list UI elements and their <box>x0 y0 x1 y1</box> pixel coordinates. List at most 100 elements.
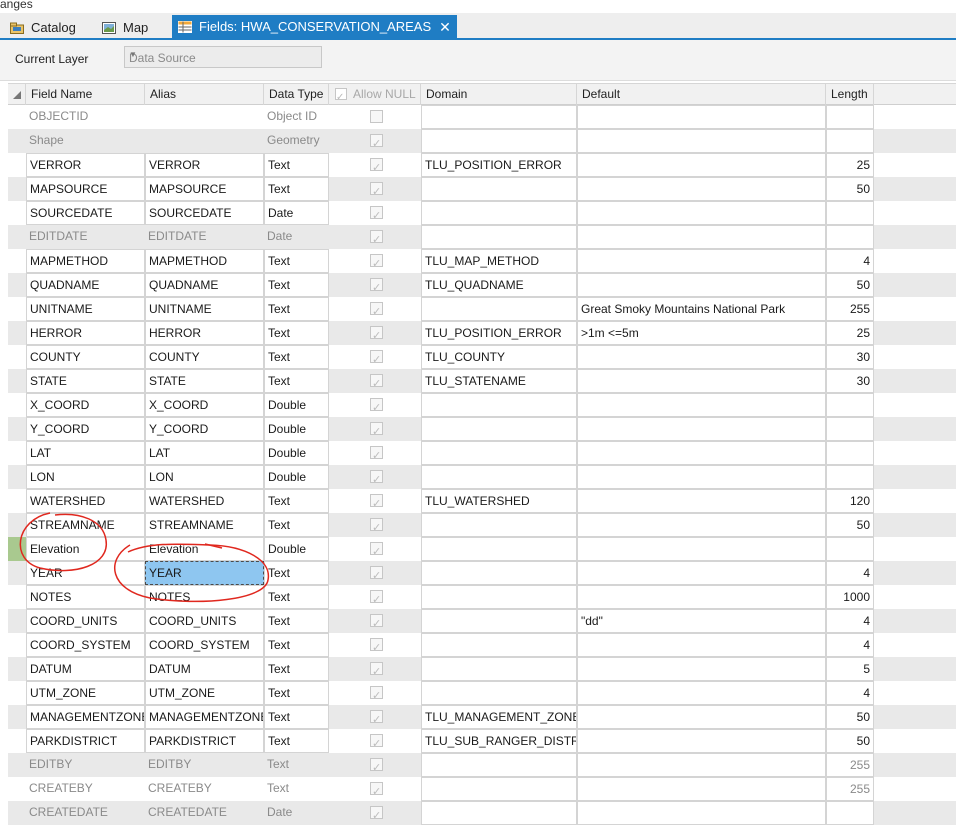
allow-null-checkbox[interactable] <box>370 325 383 345</box>
table-row[interactable]: WATERSHEDWATERSHEDTextTLU_WATERSHED120 <box>8 489 956 513</box>
alias-cell[interactable]: MANAGEMENTZONE <box>145 705 264 729</box>
data-type-cell[interactable]: Date <box>264 201 329 225</box>
allow-null-checkbox[interactable] <box>370 805 383 825</box>
table-row[interactable]: EDITDATE EDITDATE Date <box>8 225 956 249</box>
data-type-cell[interactable]: Double <box>264 465 329 489</box>
default-cell[interactable]: >1m <=5m <box>577 321 826 345</box>
allow-null-cell[interactable] <box>329 273 421 297</box>
domain-cell[interactable] <box>421 609 577 633</box>
allow-null-cell[interactable] <box>329 633 421 657</box>
allow-null-cell[interactable] <box>329 297 421 321</box>
domain-cell[interactable]: TLU_POSITION_ERROR <box>421 153 577 177</box>
row-selector[interactable] <box>8 561 26 585</box>
domain-cell[interactable] <box>421 465 577 489</box>
field-name-cell[interactable]: VERROR <box>26 153 145 177</box>
data-type-cell[interactable]: Text <box>264 729 329 753</box>
row-selector[interactable] <box>8 657 26 681</box>
allow-null-checkbox[interactable] <box>370 661 383 681</box>
alias-cell[interactable]: Elevation <box>145 537 264 561</box>
table-row[interactable]: Elevation Elevation Double <box>8 537 956 561</box>
row-selector[interactable] <box>8 201 26 225</box>
allow-null-checkbox[interactable] <box>370 757 383 777</box>
alias-cell[interactable]: NOTES <box>145 585 264 609</box>
length-cell[interactable]: 50 <box>826 177 874 201</box>
allow-null-cell[interactable] <box>329 105 421 129</box>
allow-null-cell[interactable] <box>329 777 421 801</box>
table-row[interactable]: UTM_ZONEUTM_ZONEText4 <box>8 681 956 705</box>
length-cell[interactable]: 50 <box>826 513 874 537</box>
table-row[interactable]: QUADNAMEQUADNAMETextTLU_QUADNAME50 <box>8 273 956 297</box>
domain-cell[interactable] <box>421 513 577 537</box>
field-name-cell[interactable]: LON <box>26 465 145 489</box>
domain-cell[interactable] <box>421 633 577 657</box>
data-type-cell[interactable]: Text <box>264 369 329 393</box>
alias-cell[interactable]: COUNTY <box>145 345 264 369</box>
length-cell[interactable] <box>826 537 874 561</box>
alias-cell[interactable]: WATERSHED <box>145 489 264 513</box>
default-cell[interactable] <box>577 729 826 753</box>
domain-cell[interactable] <box>421 129 577 153</box>
allow-null-checkbox[interactable] <box>370 613 383 633</box>
length-cell[interactable] <box>826 225 874 249</box>
table-row[interactable]: CREATEBY CREATEBY Text 255 <box>8 777 956 801</box>
data-type-cell[interactable]: Text <box>264 321 329 345</box>
length-cell[interactable]: 25 <box>826 321 874 345</box>
allow-null-checkbox[interactable] <box>370 469 383 489</box>
data-type-cell[interactable]: Text <box>264 273 329 297</box>
alias-cell[interactable]: DATUM <box>145 657 264 681</box>
default-cell[interactable] <box>577 249 826 273</box>
alias-cell[interactable]: YEAR <box>145 561 264 585</box>
length-cell[interactable]: 30 <box>826 345 874 369</box>
default-cell[interactable] <box>577 345 826 369</box>
field-name-cell[interactable]: DATUM <box>26 657 145 681</box>
default-cell[interactable]: "dd" <box>577 609 826 633</box>
domain-cell[interactable]: TLU_MAP_METHOD <box>421 249 577 273</box>
allow-null-checkbox[interactable] <box>370 157 383 177</box>
row-selector[interactable] <box>8 777 26 801</box>
row-selector[interactable] <box>8 585 26 609</box>
field-name-cell[interactable]: NOTES <box>26 585 145 609</box>
field-name-cell[interactable]: UNITNAME <box>26 297 145 321</box>
row-selector[interactable] <box>8 633 26 657</box>
length-cell[interactable]: 4 <box>826 681 874 705</box>
domain-cell[interactable] <box>421 417 577 441</box>
alias-cell[interactable]: LON <box>145 465 264 489</box>
tab-map[interactable]: Map <box>102 17 148 38</box>
default-cell[interactable] <box>577 225 826 249</box>
default-cell[interactable] <box>577 633 826 657</box>
allow-null-cell[interactable] <box>329 345 421 369</box>
allow-null-checkbox[interactable] <box>370 421 383 441</box>
length-cell[interactable]: 255 <box>826 297 874 321</box>
table-row[interactable]: CREATEDATE CREATEDATE Date <box>8 801 956 825</box>
length-cell[interactable] <box>826 201 874 225</box>
col-header-default[interactable]: Default <box>577 84 826 105</box>
default-cell[interactable] <box>577 801 826 825</box>
row-selector[interactable] <box>8 225 26 249</box>
allow-null-cell[interactable] <box>329 585 421 609</box>
col-header-length[interactable]: Length <box>826 84 874 105</box>
length-cell[interactable]: 50 <box>826 273 874 297</box>
col-header-domain[interactable]: Domain <box>421 84 577 105</box>
row-selector[interactable] <box>8 417 26 441</box>
current-layer-select[interactable]: Data Source ▼ <box>124 46 322 68</box>
domain-cell[interactable] <box>421 297 577 321</box>
allow-null-cell[interactable] <box>329 561 421 585</box>
row-selector[interactable] <box>8 513 26 537</box>
length-cell[interactable] <box>826 393 874 417</box>
alias-cell[interactable]: MAPSOURCE <box>145 177 264 201</box>
row-selector[interactable] <box>8 801 26 825</box>
allow-null-cell[interactable] <box>329 729 421 753</box>
allow-null-cell[interactable] <box>329 513 421 537</box>
domain-cell[interactable] <box>421 585 577 609</box>
data-type-cell[interactable]: Text <box>264 657 329 681</box>
allow-null-cell[interactable] <box>329 801 421 825</box>
col-header-field-name[interactable]: Field Name <box>26 84 145 105</box>
table-row[interactable]: Y_COORD Y_COORD Double <box>8 417 956 441</box>
allow-null-cell[interactable] <box>329 537 421 561</box>
field-name-cell[interactable]: YEAR <box>26 561 145 585</box>
alias-cell[interactable]: UNITNAME <box>145 297 264 321</box>
allow-null-checkbox[interactable] <box>370 589 383 609</box>
length-cell[interactable] <box>826 417 874 441</box>
row-selector[interactable] <box>8 321 26 345</box>
domain-cell[interactable] <box>421 777 577 801</box>
